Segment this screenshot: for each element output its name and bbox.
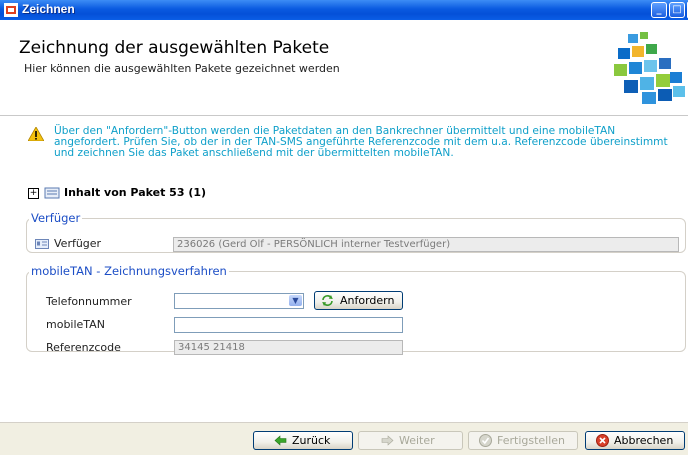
finish-label: Fertigstellen xyxy=(497,434,566,447)
refresh-icon xyxy=(322,295,333,306)
back-label: Zurück xyxy=(292,434,331,447)
window-titlebar[interactable]: Zeichnen _ □ xyxy=(0,0,688,20)
anfordern-button[interactable]: Anfordern xyxy=(314,291,403,310)
notice-text: Über den "Anfordern"-Button werden die P… xyxy=(54,125,668,159)
wizard-content: Über den "Anfordern"-Button werden die P… xyxy=(0,116,688,422)
wizard-footer: Zurück Weiter Fertigstellen Abbrechen xyxy=(0,422,688,455)
warning-icon xyxy=(28,127,44,141)
package-icon xyxy=(44,187,60,199)
minimize-button[interactable]: _ xyxy=(651,2,667,18)
anfordern-label: Anfordern xyxy=(340,294,395,307)
telefon-label: Telefonnummer xyxy=(46,295,132,308)
app-icon xyxy=(4,3,18,17)
cubes-logo-icon xyxy=(614,32,685,104)
page-subtitle: Hier können die ausgewählten Pakete geze… xyxy=(24,62,340,75)
referenz-field: 34145 21418 xyxy=(174,340,403,355)
mobiletan-group: mobileTAN - Zeichnungsverfahren Telefonn… xyxy=(26,264,686,355)
next-button[interactable]: Weiter xyxy=(358,431,463,450)
back-button[interactable]: Zurück xyxy=(253,431,353,450)
finish-button[interactable]: Fertigstellen xyxy=(468,431,578,450)
check-circle-icon xyxy=(479,434,492,447)
wizard-header: Zeichnung der ausgewählten Pakete Hier k… xyxy=(0,20,688,116)
verfueger-group: Verfüger Verfüger 236026 (Gerd Olf - PER… xyxy=(26,211,686,253)
package-label: Inhalt von Paket 53 (1) xyxy=(64,186,207,199)
id-card-icon xyxy=(35,239,49,249)
verfueger-field: 236026 (Gerd Olf - PERSÖNLICH interner T… xyxy=(173,237,679,252)
window-title: Zeichnen xyxy=(22,2,75,16)
next-label: Weiter xyxy=(399,434,435,447)
cancel-icon xyxy=(596,434,609,447)
verfueger-legend: Verfüger xyxy=(31,211,81,225)
expand-icon[interactable]: + xyxy=(28,188,39,199)
chevron-down-icon[interactable]: ▼ xyxy=(289,295,302,306)
verfueger-label: Verfüger xyxy=(54,237,102,250)
mobiletan-input[interactable] xyxy=(174,317,403,333)
mobiletan-label: mobileTAN xyxy=(46,318,105,331)
maximize-button[interactable]: □ xyxy=(669,2,685,18)
page-title: Zeichnung der ausgewählten Pakete xyxy=(19,38,330,58)
cancel-label: Abbrechen xyxy=(614,434,674,447)
arrow-left-icon xyxy=(274,435,287,446)
cancel-button[interactable]: Abbrechen xyxy=(585,431,685,450)
referenz-label: Referenzcode xyxy=(46,341,121,354)
mobiletan-legend: mobileTAN - Zeichnungsverfahren xyxy=(31,264,227,278)
arrow-right-icon xyxy=(381,435,394,446)
telefon-select[interactable]: ▼ xyxy=(174,293,304,309)
